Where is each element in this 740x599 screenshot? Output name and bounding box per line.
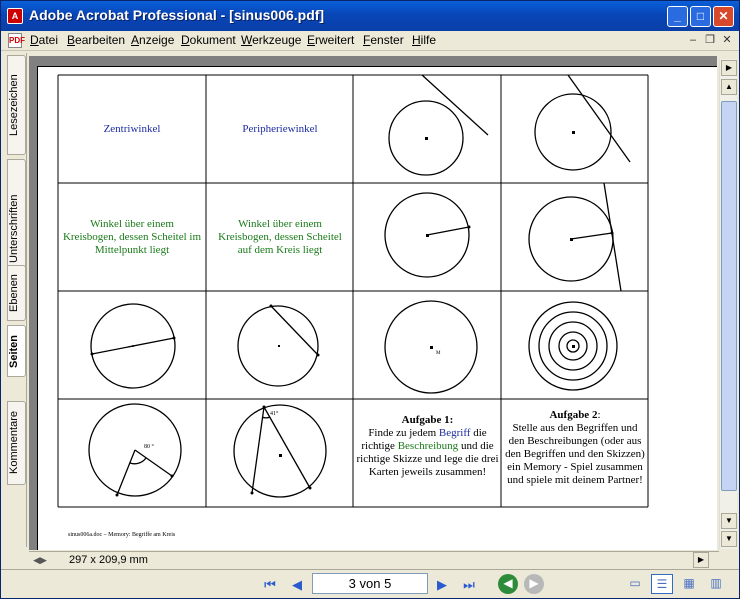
- tab-ebenen[interactable]: Ebenen: [7, 265, 26, 321]
- point-on-circle: [269, 304, 273, 308]
- continuous-facing-view-icon[interactable]: ▥: [705, 574, 727, 594]
- tab-seiten[interactable]: Seiten: [7, 325, 26, 377]
- card-zentriwinkel: Zentriwinkel: [103, 123, 161, 135]
- next-view-icon[interactable]: ▶: [524, 574, 544, 594]
- task1-word-beschreibung: Beschreibung: [397, 440, 459, 452]
- point-on-circle: [610, 231, 614, 235]
- point-on-circle: [170, 474, 174, 478]
- menu-datei[interactable]: Datei: [30, 33, 58, 47]
- center-point: [132, 345, 134, 347]
- scroll-up-icon[interactable]: ▶: [721, 60, 737, 76]
- horizontal-scroll-right-icon[interactable]: ▶: [693, 552, 709, 568]
- menu-bearbeiten[interactable]: Bearbeiten: [67, 33, 125, 47]
- sketch-zentriwinkel-80: [88, 403, 182, 497]
- acrobat-window: A Adobe Acrobat Professional - [sinus006…: [0, 0, 740, 599]
- center-point: [426, 234, 429, 237]
- point-on-circle: [90, 352, 94, 356]
- task1-word-begriff: Begriff: [438, 427, 471, 439]
- task2-title: Aufgabe 2: [549, 409, 598, 421]
- acrobat-app-icon: A: [7, 8, 23, 24]
- single-page-view-icon[interactable]: ▭: [624, 574, 646, 594]
- task2-title-colon: :: [597, 409, 601, 421]
- menu-bar: PDF Datei Bearbeiten Anzeige Dokument We…: [1, 31, 739, 51]
- card-aufgabe-1: Aufgabe 1: Finde zu jedem Begriff die ri…: [355, 414, 500, 479]
- menu-werkzeuge[interactable]: Werkzeuge: [241, 33, 301, 47]
- center-point: [279, 454, 282, 457]
- point-on-circle: [262, 405, 266, 409]
- menu-anzeige[interactable]: Anzeige: [131, 33, 174, 47]
- close-button[interactable]: ✕: [713, 6, 734, 27]
- maximize-button[interactable]: □: [690, 6, 711, 27]
- doc-minimize-button[interactable]: –: [685, 33, 701, 49]
- previous-page-icon[interactable]: ◀: [287, 575, 307, 595]
- pdf-document-icon[interactable]: PDF: [8, 33, 25, 48]
- tab-kommentare[interactable]: Kommentare: [7, 401, 26, 485]
- navigation-panel: Lesezeichen Unterschriften Ebenen Seiten…: [5, 53, 27, 547]
- card-aufgabe-2: Aufgabe 2: Stelle aus den Begriffen und …: [504, 409, 646, 487]
- menu-hilfe[interactable]: Hilfe: [412, 33, 436, 47]
- document-viewport[interactable]: M 80 ° 41° Zentriwinkel Peripheriewinkel…: [29, 56, 717, 550]
- task2-text: Stelle aus den Begriffen und den Beschre…: [505, 422, 645, 486]
- scroll-page-down-icon[interactable]: ▼: [721, 513, 737, 529]
- vertical-scroll-thumb[interactable]: [721, 101, 737, 491]
- status-bar: ◀▶ 297 x 209,9 mm: [29, 551, 719, 568]
- center-point: [430, 346, 433, 349]
- sketch-tangente: [528, 182, 622, 292]
- sketch-peripheriewinkel-41: [233, 404, 327, 498]
- center-point: [572, 131, 575, 134]
- first-page-icon[interactable]: ⏮: [260, 575, 280, 595]
- next-page-icon[interactable]: ▶: [432, 575, 452, 595]
- point-on-circle: [115, 493, 119, 497]
- angle-label-41: 41°: [270, 410, 279, 417]
- menu-erweitert[interactable]: Erweitert: [307, 33, 354, 47]
- point-on-circle: [308, 486, 312, 490]
- pdf-page: M 80 ° 41° Zentriwinkel Peripheriewinkel…: [37, 66, 717, 550]
- point-on-circle: [172, 336, 176, 340]
- vertical-scrollbar[interactable]: ▶ ▲ ▼ ▼: [719, 59, 737, 549]
- scroll-down-icon[interactable]: ▼: [721, 531, 737, 547]
- point-on-circle: [467, 225, 471, 229]
- split-handle-icon[interactable]: ◀▶: [33, 553, 47, 567]
- angle-label-80: 80 °: [144, 443, 155, 450]
- task1-text-a: Finde zu jedem: [368, 427, 439, 439]
- center-point: [570, 238, 573, 241]
- facing-view-icon[interactable]: ▦: [678, 574, 700, 594]
- doc-restore-button[interactable]: ❐: [702, 33, 718, 49]
- doc-close-button[interactable]: ✕: [719, 33, 735, 49]
- sketch-passante: [388, 74, 489, 176]
- window-title: Adobe Acrobat Professional - [sinus006.p…: [29, 7, 325, 23]
- center-point: [278, 345, 280, 347]
- point-on-circle: [250, 491, 254, 495]
- page-footer: sinus006a.doc – Memory: Begriffe am Krei…: [68, 532, 176, 538]
- center-label-m: M: [436, 351, 441, 356]
- center-point: [425, 137, 428, 140]
- tab-lesezeichen[interactable]: Lesezeichen: [7, 55, 26, 155]
- card-desc-zentriwinkel: Winkel über einem Kreisbogen, dessen Sch…: [62, 218, 202, 256]
- title-bar[interactable]: A Adobe Acrobat Professional - [sinus006…: [1, 1, 739, 31]
- scroll-page-up-icon[interactable]: ▲: [721, 79, 737, 95]
- previous-view-icon[interactable]: ◀: [498, 574, 518, 594]
- page-number-input[interactable]: 3 von 5: [312, 573, 428, 594]
- menu-dokument[interactable]: Dokument: [181, 33, 236, 47]
- page-size-readout: 297 x 209,9 mm: [69, 554, 148, 566]
- minimize-button[interactable]: _: [667, 6, 688, 27]
- center-point: [572, 345, 575, 348]
- card-peripheriewinkel: Peripheriewinkel: [242, 123, 318, 135]
- last-page-icon[interactable]: ⏭: [459, 575, 479, 595]
- sketch-sekante: [534, 74, 631, 171]
- continuous-view-icon[interactable]: ☰: [651, 574, 673, 594]
- page-navigation-bar: ⏮ ◀ 3 von 5 ▶ ⏭ ◀ ▶ ▭ ☰ ▦ ▥: [1, 569, 739, 598]
- task1-title: Aufgabe 1:: [401, 414, 454, 426]
- card-desc-peripheriewinkel: Winkel über einem Kreisbogen, dessen Sch…: [218, 218, 342, 256]
- menu-fenster[interactable]: Fenster: [363, 33, 404, 47]
- point-on-circle: [316, 353, 320, 357]
